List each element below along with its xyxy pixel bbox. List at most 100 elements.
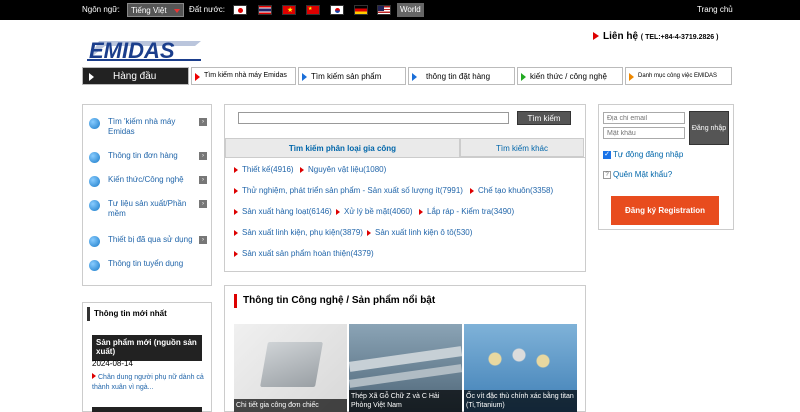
- forgot-password-label: Quên Mật khẩu?: [613, 170, 673, 179]
- nav-home[interactable]: Hàng đầu: [82, 67, 189, 85]
- nav-product-search-label: Tìm kiếm sản phẩm: [311, 72, 382, 81]
- question-icon: ?: [603, 170, 611, 179]
- bullet-icon: [89, 152, 100, 163]
- flag-vietnam-icon[interactable]: ★: [282, 5, 296, 15]
- chevron-right-icon: ›: [199, 236, 207, 244]
- news-item-text: Chân dung người phụ nữ dành cả thành xuâ…: [92, 374, 204, 391]
- sidebar-item-label: Thông tin tuyển dụng: [108, 259, 184, 268]
- category-link[interactable]: Chế tạo khuôn(3358): [470, 186, 553, 195]
- language-select[interactable]: Tiếng Việt: [127, 3, 184, 17]
- top-bar: Ngôn ngữ: Tiếng Việt Đất nước: ★ ★ World…: [0, 0, 800, 20]
- bullet-icon: [89, 260, 100, 271]
- featured-section: Thông tin Công nghệ / Sản phẩm nổi bật C…: [224, 285, 586, 412]
- sidebar-item-label: Kiến thức/Công nghệ: [108, 175, 184, 184]
- sidebar-item-production[interactable]: Tư liệu sản xuất/Phần mềm ›: [89, 199, 207, 221]
- auto-login-label: Tự động đăng nhập: [613, 150, 684, 159]
- sidebar-item-label: Tìm 'kiếm nhà máy Emidas: [108, 117, 176, 136]
- tab-other-search[interactable]: Tìm kiếm khác: [460, 138, 584, 157]
- email-field[interactable]: [603, 112, 685, 124]
- nav-knowledge[interactable]: kiến thức / công nghệ: [517, 67, 623, 85]
- featured-item[interactable]: Thép Xã Gỗ Chữ Z và C Hải Phòng Việt Nam: [349, 324, 462, 412]
- category-list: Thiết kế(4916) Nguyên vật liệu(1080) Thử…: [225, 157, 585, 272]
- category-link[interactable]: Nguyên vật liệu(1080): [300, 165, 386, 174]
- sidebar-item-orders[interactable]: Thông tin đơn hàng ›: [89, 151, 207, 163]
- category-label: Thiết kế(4916): [242, 165, 294, 174]
- emidas-logo[interactable]: EMIDAS: [85, 37, 203, 63]
- play-icon: [629, 73, 634, 81]
- sidebar-item-used-equipment[interactable]: Thiết bị đã qua sử dụng ›: [89, 235, 207, 247]
- arrow-right-icon: [470, 187, 474, 194]
- country-label: Đất nước:: [189, 5, 225, 14]
- arrow-right-icon: [336, 208, 340, 215]
- category-link[interactable]: Sản xuất linh kiện ô tô(530): [367, 228, 472, 237]
- category-label: Thử nghiệm, phát triển sản phẩm - Sản xu…: [242, 186, 463, 195]
- play-icon: [521, 73, 526, 81]
- arrow-right-icon: [92, 373, 96, 379]
- arrow-right-icon: [367, 229, 371, 236]
- nav-catalog[interactable]: Danh mục công việc EMIDAS: [625, 67, 732, 85]
- flag-thailand-icon[interactable]: [258, 5, 272, 15]
- flag-usa-icon[interactable]: [377, 5, 391, 15]
- nav-factory-search[interactable]: Tìm kiếm nhà máy Emidas: [191, 67, 296, 85]
- nav-orders[interactable]: thông tin đặt hàng: [408, 67, 515, 85]
- nav-catalog-label: Danh mục công việc EMIDAS: [638, 73, 718, 79]
- flag-japan-icon[interactable]: [233, 5, 247, 15]
- contact-phone: ( TEL:+84-4-3719.2826 ): [640, 34, 719, 41]
- tab-process-search[interactable]: Tìm kiếm phân loại gia công: [225, 138, 460, 157]
- category-link[interactable]: Sản xuất hàng loạt(6146): [234, 207, 332, 216]
- language-label: Ngôn ngữ:: [82, 5, 120, 14]
- play-icon: [412, 73, 417, 81]
- search-button[interactable]: Tìm kiếm: [517, 111, 571, 125]
- world-button[interactable]: World: [397, 3, 424, 17]
- sidebar-item-factory-search[interactable]: Tìm 'kiếm nhà máy Emidas ›: [89, 117, 207, 139]
- flag-germany-icon[interactable]: [354, 5, 368, 15]
- nav-product-search[interactable]: Tìm kiếm sản phẩm: [298, 67, 406, 85]
- nav-home-label: Hàng đầu: [113, 71, 157, 82]
- category-label: Chế tạo khuôn(3358): [478, 186, 554, 195]
- sidebar: Tìm 'kiếm nhà máy Emidas › Thông tin đơn…: [82, 104, 212, 286]
- search-input[interactable]: [238, 112, 509, 124]
- metal-part-image: [260, 342, 323, 387]
- category-link[interactable]: Thiết kế(4916): [234, 165, 294, 174]
- category-link[interactable]: Sản xuất sản phẩm hoàn thiện(4379): [234, 249, 374, 258]
- arrow-right-icon: [234, 166, 238, 173]
- flag-korea-icon[interactable]: [330, 5, 344, 15]
- category-label: Lắp ráp - Kiểm tra(3490): [427, 207, 515, 216]
- category-link[interactable]: Lắp ráp - Kiểm tra(3490): [419, 207, 514, 216]
- featured-item[interactable]: Chi tiết gia công đơn chiếc: [234, 324, 347, 412]
- sidebar-item-knowledge[interactable]: Kiến thức/Công nghệ ›: [89, 175, 207, 187]
- category-link[interactable]: Sản xuất linh kiện, phụ kiện(3879): [234, 228, 363, 237]
- auto-login-checkbox[interactable]: ✓ Tự động đăng nhập: [603, 150, 683, 159]
- featured-item-caption: Ốc vít đặc thù chính xác bằng titan (Ti,…: [464, 390, 577, 412]
- bullet-icon: [89, 236, 100, 247]
- sidebar-item-jobs[interactable]: Thông tin tuyển dụng: [89, 259, 207, 271]
- home-link[interactable]: Trang chủ: [697, 5, 733, 14]
- category-link[interactable]: Thử nghiệm, phát triển sản phẩm - Sản xu…: [234, 186, 463, 195]
- login-button[interactable]: Đăng nhập: [689, 111, 729, 145]
- play-icon: [302, 73, 307, 81]
- latest-news: Thông tin mới nhất Sản phẩm mới (nguồn s…: [82, 302, 212, 412]
- chevron-down-icon: [174, 9, 180, 13]
- featured-item[interactable]: Ốc vít đặc thù chính xác bằng titan (Ti,…: [464, 324, 577, 412]
- bullet-icon: [89, 200, 100, 211]
- register-button[interactable]: Đăng ký Registration: [611, 196, 719, 225]
- nav-orders-label: thông tin đặt hàng: [426, 72, 491, 81]
- news-item[interactable]: Chân dung người phụ nữ dành cả thành xuâ…: [92, 373, 207, 393]
- category-link[interactable]: Xử lý bề mặt(4060): [336, 207, 413, 216]
- main-nav: Hàng đầu Tìm kiếm nhà máy Emidas Tìm kiế…: [82, 67, 732, 85]
- contact[interactable]: Liên hệ ( TEL:+84-4-3719.2826 ): [593, 31, 718, 42]
- nav-knowledge-label: kiến thức / công nghệ: [530, 72, 607, 81]
- category-label: Xử lý bề mặt(4060): [344, 207, 413, 216]
- flag-china-icon[interactable]: ★: [306, 5, 320, 15]
- password-field[interactable]: [603, 127, 685, 139]
- forgot-password-link[interactable]: ? Quên Mật khẩu?: [603, 170, 672, 179]
- sidebar-item-label: Thiết bị đã qua sử dụng: [108, 235, 193, 244]
- checkbox-icon: ✓: [603, 150, 611, 159]
- arrow-right-icon: [300, 166, 304, 173]
- category-label: Nguyên vật liệu(1080): [308, 165, 387, 174]
- language-value: Tiếng Việt: [131, 6, 167, 15]
- arrow-right-icon: [234, 250, 238, 257]
- nav-factory-search-label: Tìm kiếm nhà máy Emidas: [204, 72, 287, 79]
- news-category-title[interactable]: Sản phẩm mới (nguồn sản xuất): [92, 335, 202, 361]
- play-icon: [195, 73, 200, 81]
